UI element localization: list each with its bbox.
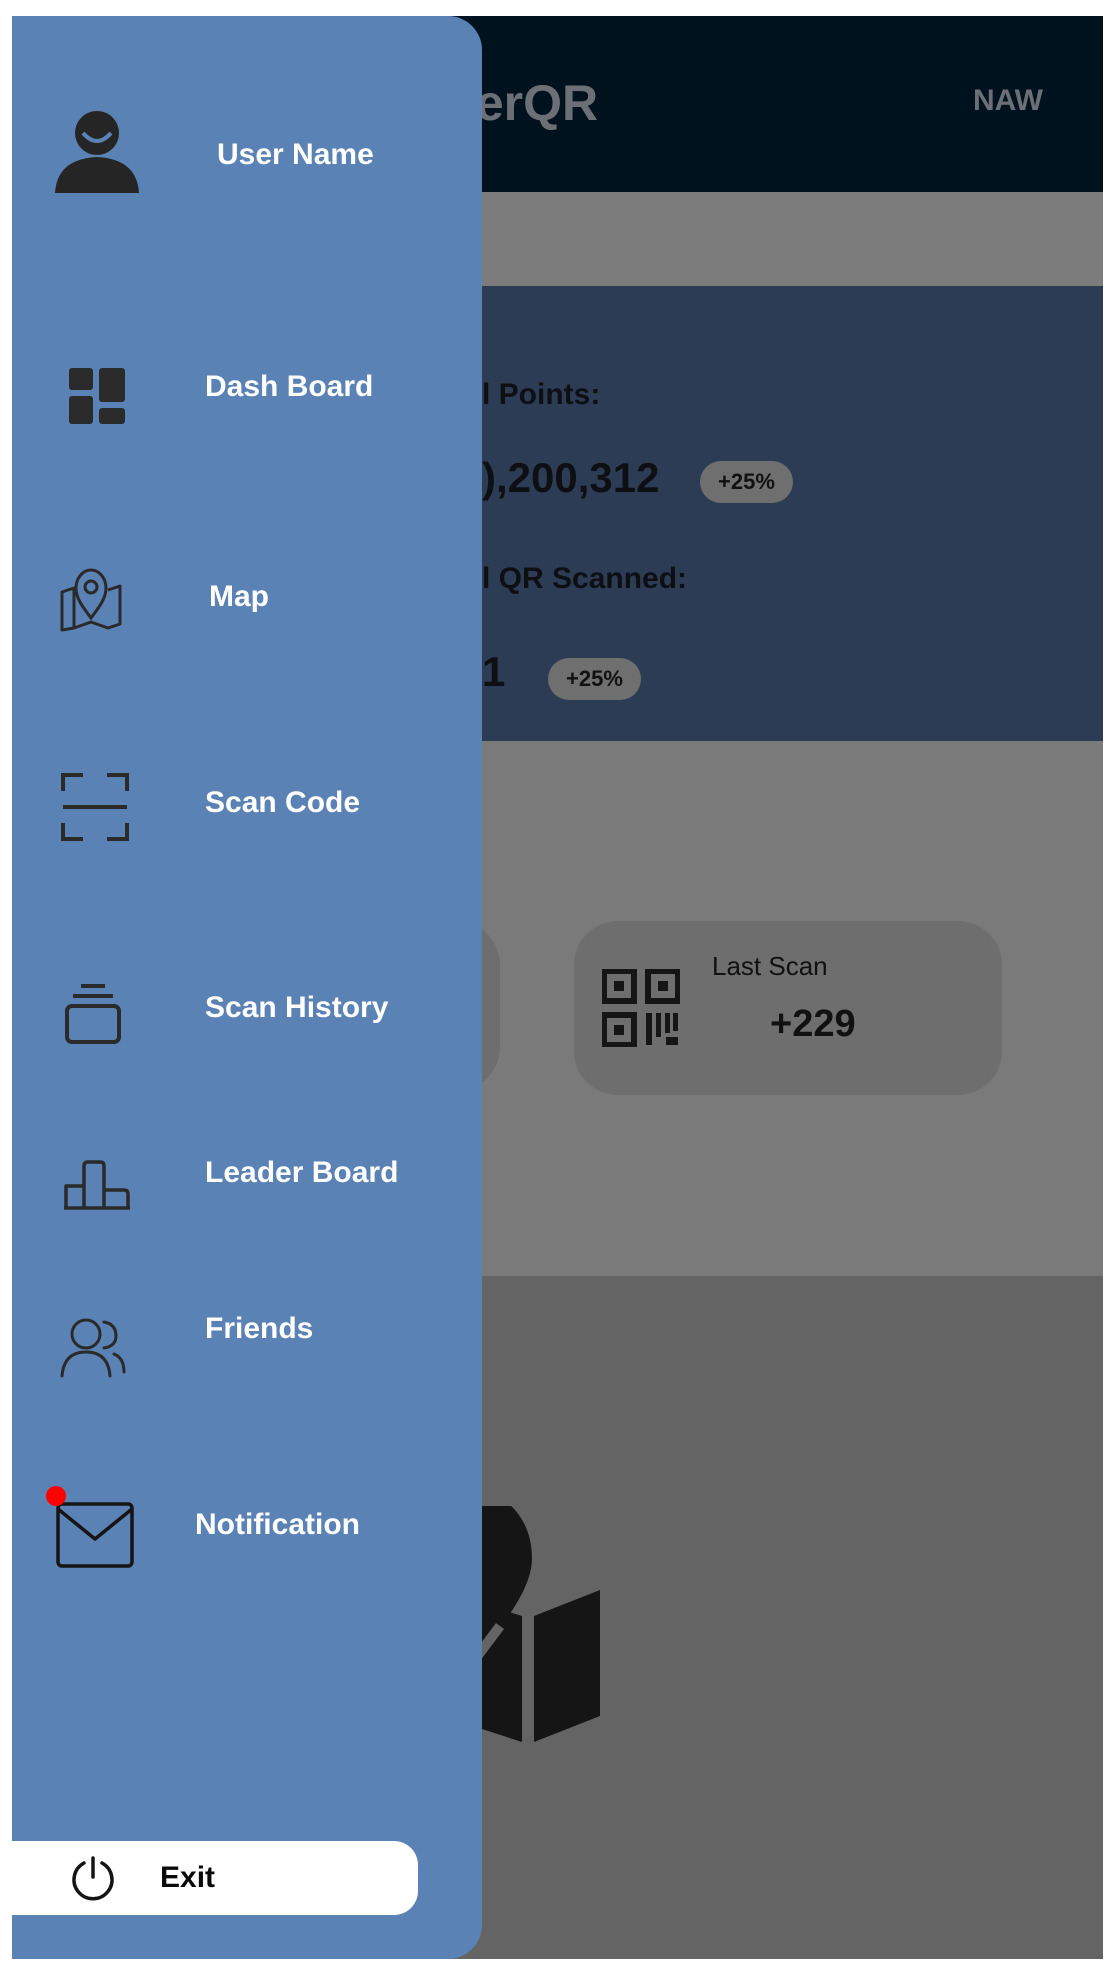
user-profile[interactable]: User Name [12,96,482,216]
menu-label-map: Map [209,580,269,613]
menu-label-scan-code: Scan Code [205,786,361,819]
last-scan-label: Last Scan [712,951,828,981]
menu-item-scan-code[interactable]: Scan Code [12,746,482,866]
podium-icon [52,1140,142,1230]
total-points-label: l Points: [482,378,601,411]
friends-icon [48,1302,138,1392]
dashboard-icon [52,351,142,441]
last-scan-value: +229 [770,1003,856,1045]
menu-item-notification[interactable]: Notification [12,1476,482,1596]
menu-label-notification: Notification [195,1508,360,1541]
history-stack-icon [48,969,138,1059]
menu-label-scan-history: Scan History [205,991,389,1024]
top-right-label[interactable]: NAW [973,84,1043,118]
scan-frame-icon [50,762,140,852]
qr-scanned-value: 1 [482,648,506,695]
menu-label-dashboard: Dash Board [205,370,374,403]
notification-badge-dot [46,1486,66,1506]
menu-item-dashboard[interactable]: Dash Board [12,346,482,466]
menu-item-friends[interactable]: Friends [12,1286,482,1406]
user-avatar-icon [52,106,142,196]
mail-icon [50,1490,140,1580]
total-points-value: ),200,312 [482,454,660,501]
menu-label-friends: Friends [205,1312,314,1345]
side-drawer: User Name Dash Board Map Scan Code Scan … [12,16,482,1959]
qr-change-badge: +25% [548,658,641,700]
user-name: User Name [217,138,374,171]
menu-item-leader-board[interactable]: Leader Board [12,1126,482,1246]
last-scan-card[interactable]: Last Scan +229 [574,921,1002,1095]
menu-item-map[interactable]: Map [12,546,482,666]
map-pin-icon [46,554,136,644]
menu-label-leader-board: Leader Board [205,1156,399,1189]
qr-scanned-label: l QR Scanned: [482,562,688,595]
exit-button[interactable]: Exit [12,1841,418,1915]
points-change-badge: +25% [700,461,793,503]
exit-label: Exit [160,1861,216,1894]
menu-item-scan-history[interactable]: Scan History [12,951,482,1071]
power-icon [70,1855,116,1906]
qr-code-icon [601,968,681,1052]
